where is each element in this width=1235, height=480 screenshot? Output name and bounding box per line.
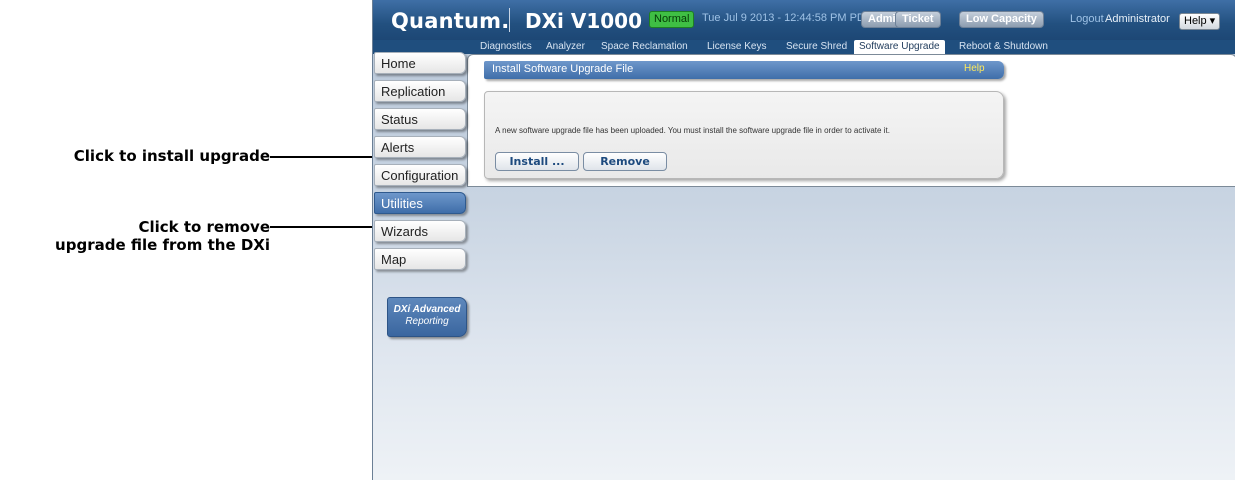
- logo-divider: [509, 8, 510, 32]
- quantum-logo: Quantum.: [391, 9, 510, 33]
- sidebar-item-map[interactable]: Map: [374, 248, 466, 270]
- product-name: DXi V1000: [525, 9, 642, 33]
- app-window: Quantum. DXi V1000 Normal Tue Jul 9 2013…: [372, 0, 1235, 480]
- tab-software-upgrade[interactable]: Software Upgrade: [854, 40, 945, 54]
- sidebar-item-home[interactable]: Home: [374, 52, 466, 74]
- sidebar-item-status[interactable]: Status: [374, 108, 466, 130]
- sidebar-item-configuration[interactable]: Configuration: [374, 164, 466, 186]
- content-area: Install Software Upgrade File Help A new…: [467, 54, 1235, 187]
- username: Administrator: [1105, 13, 1170, 25]
- tab-diagnostics[interactable]: Diagnostics: [480, 40, 532, 54]
- callout-remove-line2: upgrade file from the DXi: [55, 236, 270, 254]
- utilities-subnav: Diagnostics Analyzer Space Reclamation L…: [373, 40, 1235, 54]
- status-badge[interactable]: Normal: [649, 11, 695, 28]
- upgrade-panel: A new software upgrade file has been upl…: [484, 91, 1004, 179]
- low-capacity-button[interactable]: Low Capacity: [959, 11, 1044, 28]
- callout-remove-line1: Click to remove: [138, 218, 270, 236]
- tab-space-reclamation[interactable]: Space Reclamation: [601, 40, 688, 54]
- logout-link[interactable]: Logout: [1070, 13, 1104, 25]
- install-button[interactable]: Install ...: [495, 152, 579, 171]
- tab-license-keys[interactable]: License Keys: [707, 40, 766, 54]
- sidebar-item-utilities[interactable]: Utilities: [374, 192, 466, 214]
- sidebar-item-alerts[interactable]: Alerts: [374, 136, 466, 158]
- section-help-link[interactable]: Help: [964, 63, 985, 74]
- callout-install-text: Click to install upgrade: [73, 147, 270, 165]
- tab-analyzer[interactable]: Analyzer: [546, 40, 585, 54]
- tab-reboot-shutdown[interactable]: Reboot & Shutdown: [959, 40, 1048, 54]
- top-bar: Quantum. DXi V1000 Normal Tue Jul 9 2013…: [373, 0, 1235, 40]
- upgrade-message: A new software upgrade file has been upl…: [495, 126, 890, 135]
- sidebar-item-wizards[interactable]: Wizards: [374, 220, 466, 242]
- advanced-reporting-line2: Reporting: [405, 316, 449, 327]
- section-header: Install Software Upgrade File Help: [484, 61, 1004, 79]
- remove-button[interactable]: Remove: [583, 152, 667, 171]
- advanced-reporting-line1: DXi Advanced: [393, 304, 461, 315]
- sidebar-item-replication[interactable]: Replication: [374, 80, 466, 102]
- tab-secure-shred[interactable]: Secure Shred: [786, 40, 847, 54]
- callout-remove-text: Click to remove upgrade file from the DX…: [0, 218, 270, 254]
- advanced-reporting-button[interactable]: DXi Advanced Reporting: [387, 297, 467, 337]
- help-menu-button[interactable]: Help ▾: [1179, 13, 1221, 30]
- system-datetime: Tue Jul 9 2013 - 12:44:58 PM PDT: [702, 12, 872, 24]
- ticket-button[interactable]: Ticket: [895, 11, 941, 28]
- section-title: Install Software Upgrade File: [492, 63, 634, 75]
